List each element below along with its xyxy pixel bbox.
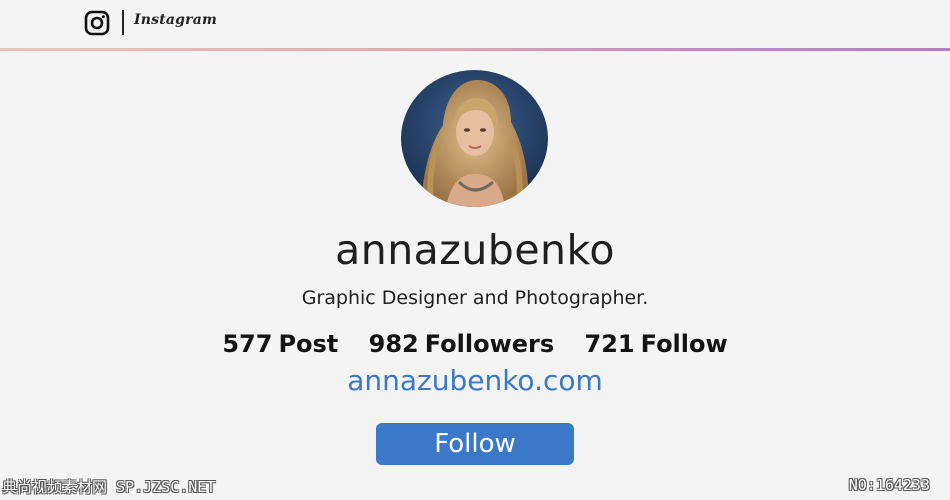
stat-followers[interactable]: 982 Followers xyxy=(369,330,555,358)
profile-bio: Graphic Designer and Photographer. xyxy=(301,287,649,309)
watermark-right: NO:164233 xyxy=(848,476,930,494)
watermark-left: 典尚视频素材网 SP.JZSC.NET xyxy=(2,478,216,496)
stat-followers-value: 982 xyxy=(368,330,419,358)
header-divider xyxy=(122,10,124,35)
stat-followers-label: Followers xyxy=(424,330,555,358)
stat-posts[interactable]: 577 Post xyxy=(222,330,338,358)
follow-button[interactable]: Follow xyxy=(376,423,574,465)
profile-photo-icon xyxy=(401,70,548,207)
profile-website-link[interactable]: annazubenko.com xyxy=(0,364,950,397)
stat-following-label: Follow xyxy=(640,330,728,358)
header-gradient-line xyxy=(0,48,950,51)
stat-posts-label: Post xyxy=(278,330,339,358)
profile-username: annazubenko xyxy=(335,226,615,274)
avatar[interactable] xyxy=(401,70,548,207)
top-bar: Instagram xyxy=(0,0,950,48)
stat-following[interactable]: 721 Follow xyxy=(585,330,728,358)
instagram-icon[interactable] xyxy=(84,10,110,36)
instagram-wordmark[interactable]: Instagram xyxy=(134,12,217,28)
stat-following-value: 721 xyxy=(584,330,635,358)
profile-stats: 577 Post 982 Followers 721 Follow xyxy=(0,330,950,358)
stat-posts-value: 577 xyxy=(222,330,273,358)
